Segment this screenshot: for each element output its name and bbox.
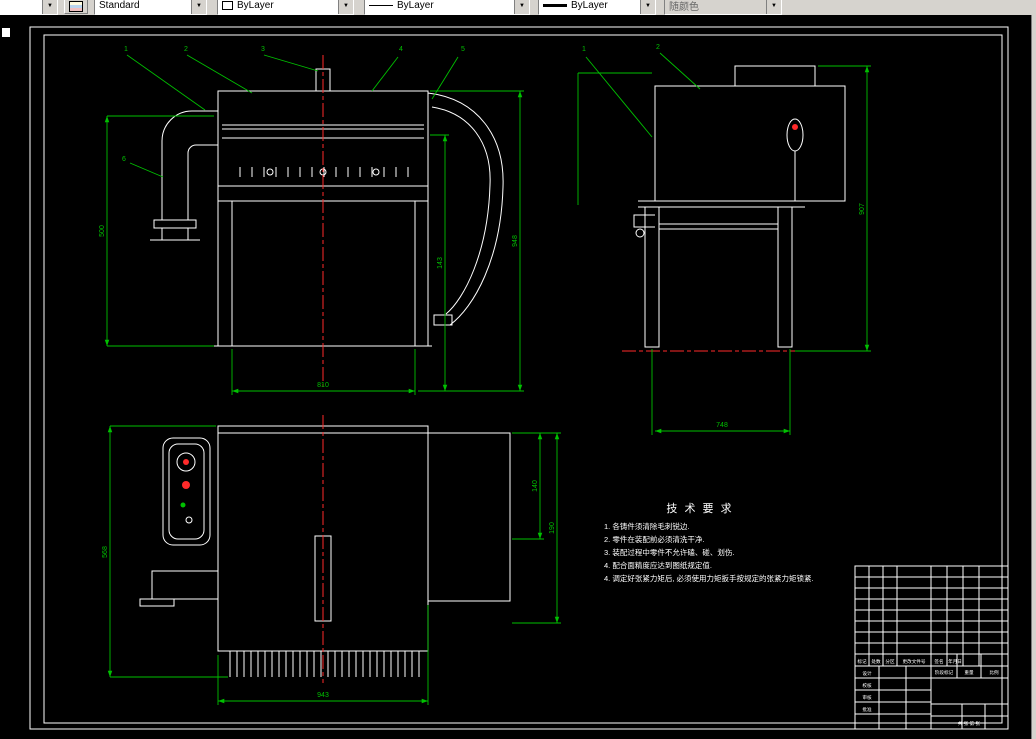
dim-bottom-right-outer: 190 (549, 522, 556, 534)
titleblock-label: 设计 (862, 670, 872, 677)
lineweight-combo[interactable]: ByLayer ▼ (538, 0, 656, 15)
callout-label: 6 (122, 156, 126, 163)
layer-combo[interactable]: ▼ (0, 0, 58, 15)
callout-label: 2 (184, 46, 188, 53)
tech-requirements-title: 技 术 要 求 (666, 502, 733, 515)
style-combo-value: Standard (99, 0, 140, 11)
layers-icon (69, 0, 83, 12)
color-swatch (222, 1, 233, 10)
titleblock-label: 审核 (862, 694, 872, 701)
dim-front-bottom: 810 (317, 382, 329, 389)
chevron-down-icon[interactable]: ▼ (514, 0, 529, 14)
chevron-down-icon[interactable]: ▼ (191, 0, 206, 14)
titleblock-label: 标记 (857, 658, 867, 665)
layer-properties-button[interactable] (64, 0, 88, 14)
cad-drawing: 500 810 143 948 1 2 3 4 5 6 907 748 1 2 … (2, 26, 1009, 730)
titleblock-label: 更改文件号 (903, 658, 926, 665)
tech-line: 4. 配合面精度应达到图纸规定值. (604, 560, 712, 570)
callout-label: 3 (261, 46, 265, 53)
titleblock-label: 批准 (862, 706, 872, 713)
titleblock-label: 校核 (862, 682, 872, 689)
chevron-down-icon[interactable]: ▼ (42, 0, 57, 14)
callout-label: 1 (582, 46, 586, 53)
dim-side-right: 907 (859, 203, 866, 215)
hose-outer (427, 92, 504, 326)
start-button (180, 502, 186, 508)
tech-line: 4. 调定好张紧力矩后, 必须使用力矩扳手按规定的张紧力矩锁紧. (604, 573, 814, 583)
titleblock-label: 重量 (964, 669, 974, 676)
chevron-down-icon[interactable]: ▼ (640, 0, 655, 14)
titleblock-label: 分区 (885, 658, 895, 665)
callout-label: 2 (656, 44, 660, 51)
lineweight-combo-value: ByLayer (571, 0, 608, 11)
dim-front-right-inner: 143 (437, 257, 444, 269)
front-callouts: 1 2 3 4 5 6 (122, 46, 465, 178)
indicator-dot (792, 124, 798, 130)
properties-toolbar: ▼ Standard ▼ ByLayer ▼ ByLayer ▼ ByLayer… (0, 0, 1036, 16)
front-view (150, 55, 504, 387)
color-combo[interactable]: ByLayer ▼ (217, 0, 354, 15)
callout-label: 5 (461, 46, 465, 53)
plotstyle-combo-value: 随颜色 (669, 2, 699, 13)
tech-requirements: 技 术 要 求 1. 各铸件须清除毛刺锐边. 2. 零件在装配前必须清洗干净. … (604, 502, 814, 583)
titleblock-sheet-info: 共 张 第 张 (958, 720, 981, 727)
dim-bottom-left: 568 (102, 546, 109, 558)
drawing-canvas[interactable]: 500 810 143 948 1 2 3 4 5 6 907 748 1 2 … (0, 15, 1036, 739)
dim-bottom-right-inner: 140 (532, 480, 539, 492)
brush-teeth (229, 651, 420, 677)
callout-label: 1 (124, 46, 128, 53)
linetype-combo-value: ByLayer (397, 0, 434, 11)
bottom-view (139, 415, 511, 683)
titleblock-label: 签名 (934, 658, 943, 665)
window-edge (1031, 15, 1036, 739)
dim-front-left: 500 (99, 225, 106, 237)
tech-line: 1. 各铸件须清除毛刺锐边. (604, 521, 689, 531)
titleblock-label: 比例 (989, 669, 999, 676)
duct-outer (161, 110, 218, 220)
title-block: 标记 处数 分区 更改文件号 签名 年月日 设计 校核 审核 批准 阶段标记 重… (854, 565, 1009, 730)
side-view (622, 65, 846, 352)
chevron-down-icon[interactable]: ▼ (338, 0, 353, 14)
tech-line: 2. 零件在装配前必须清洗干净. (604, 534, 704, 544)
screen-artifact (2, 28, 10, 37)
style-combo[interactable]: Standard ▼ (94, 0, 207, 15)
linetype-preview (369, 5, 393, 6)
titleblock-label: 阶段标记 (935, 669, 954, 676)
chevron-down-icon[interactable]: ▼ (766, 0, 781, 14)
side-dimensions: 907 748 1 2 (577, 44, 871, 435)
dim-bottom-bottom: 943 (317, 692, 329, 699)
plotstyle-combo[interactable]: 随颜色 ▼ (664, 0, 782, 15)
color-combo-value: ByLayer (237, 0, 274, 11)
power-button-dot (183, 459, 189, 465)
titleblock-label: 处数 (871, 658, 881, 665)
dim-front-right-outer: 948 (512, 235, 519, 247)
dim-side-bottom: 748 (716, 422, 728, 429)
lineweight-preview (543, 4, 567, 7)
linetype-combo[interactable]: ByLayer ▼ (364, 0, 530, 15)
duct-inner (187, 144, 218, 220)
tech-line: 3. 装配过程中零件不允许磕、碰、划伤. (604, 547, 734, 557)
sheet-border (29, 26, 1009, 730)
titleblock-label: 年月日 (948, 658, 962, 665)
callout-label: 4 (399, 46, 403, 53)
stop-button (182, 481, 190, 489)
